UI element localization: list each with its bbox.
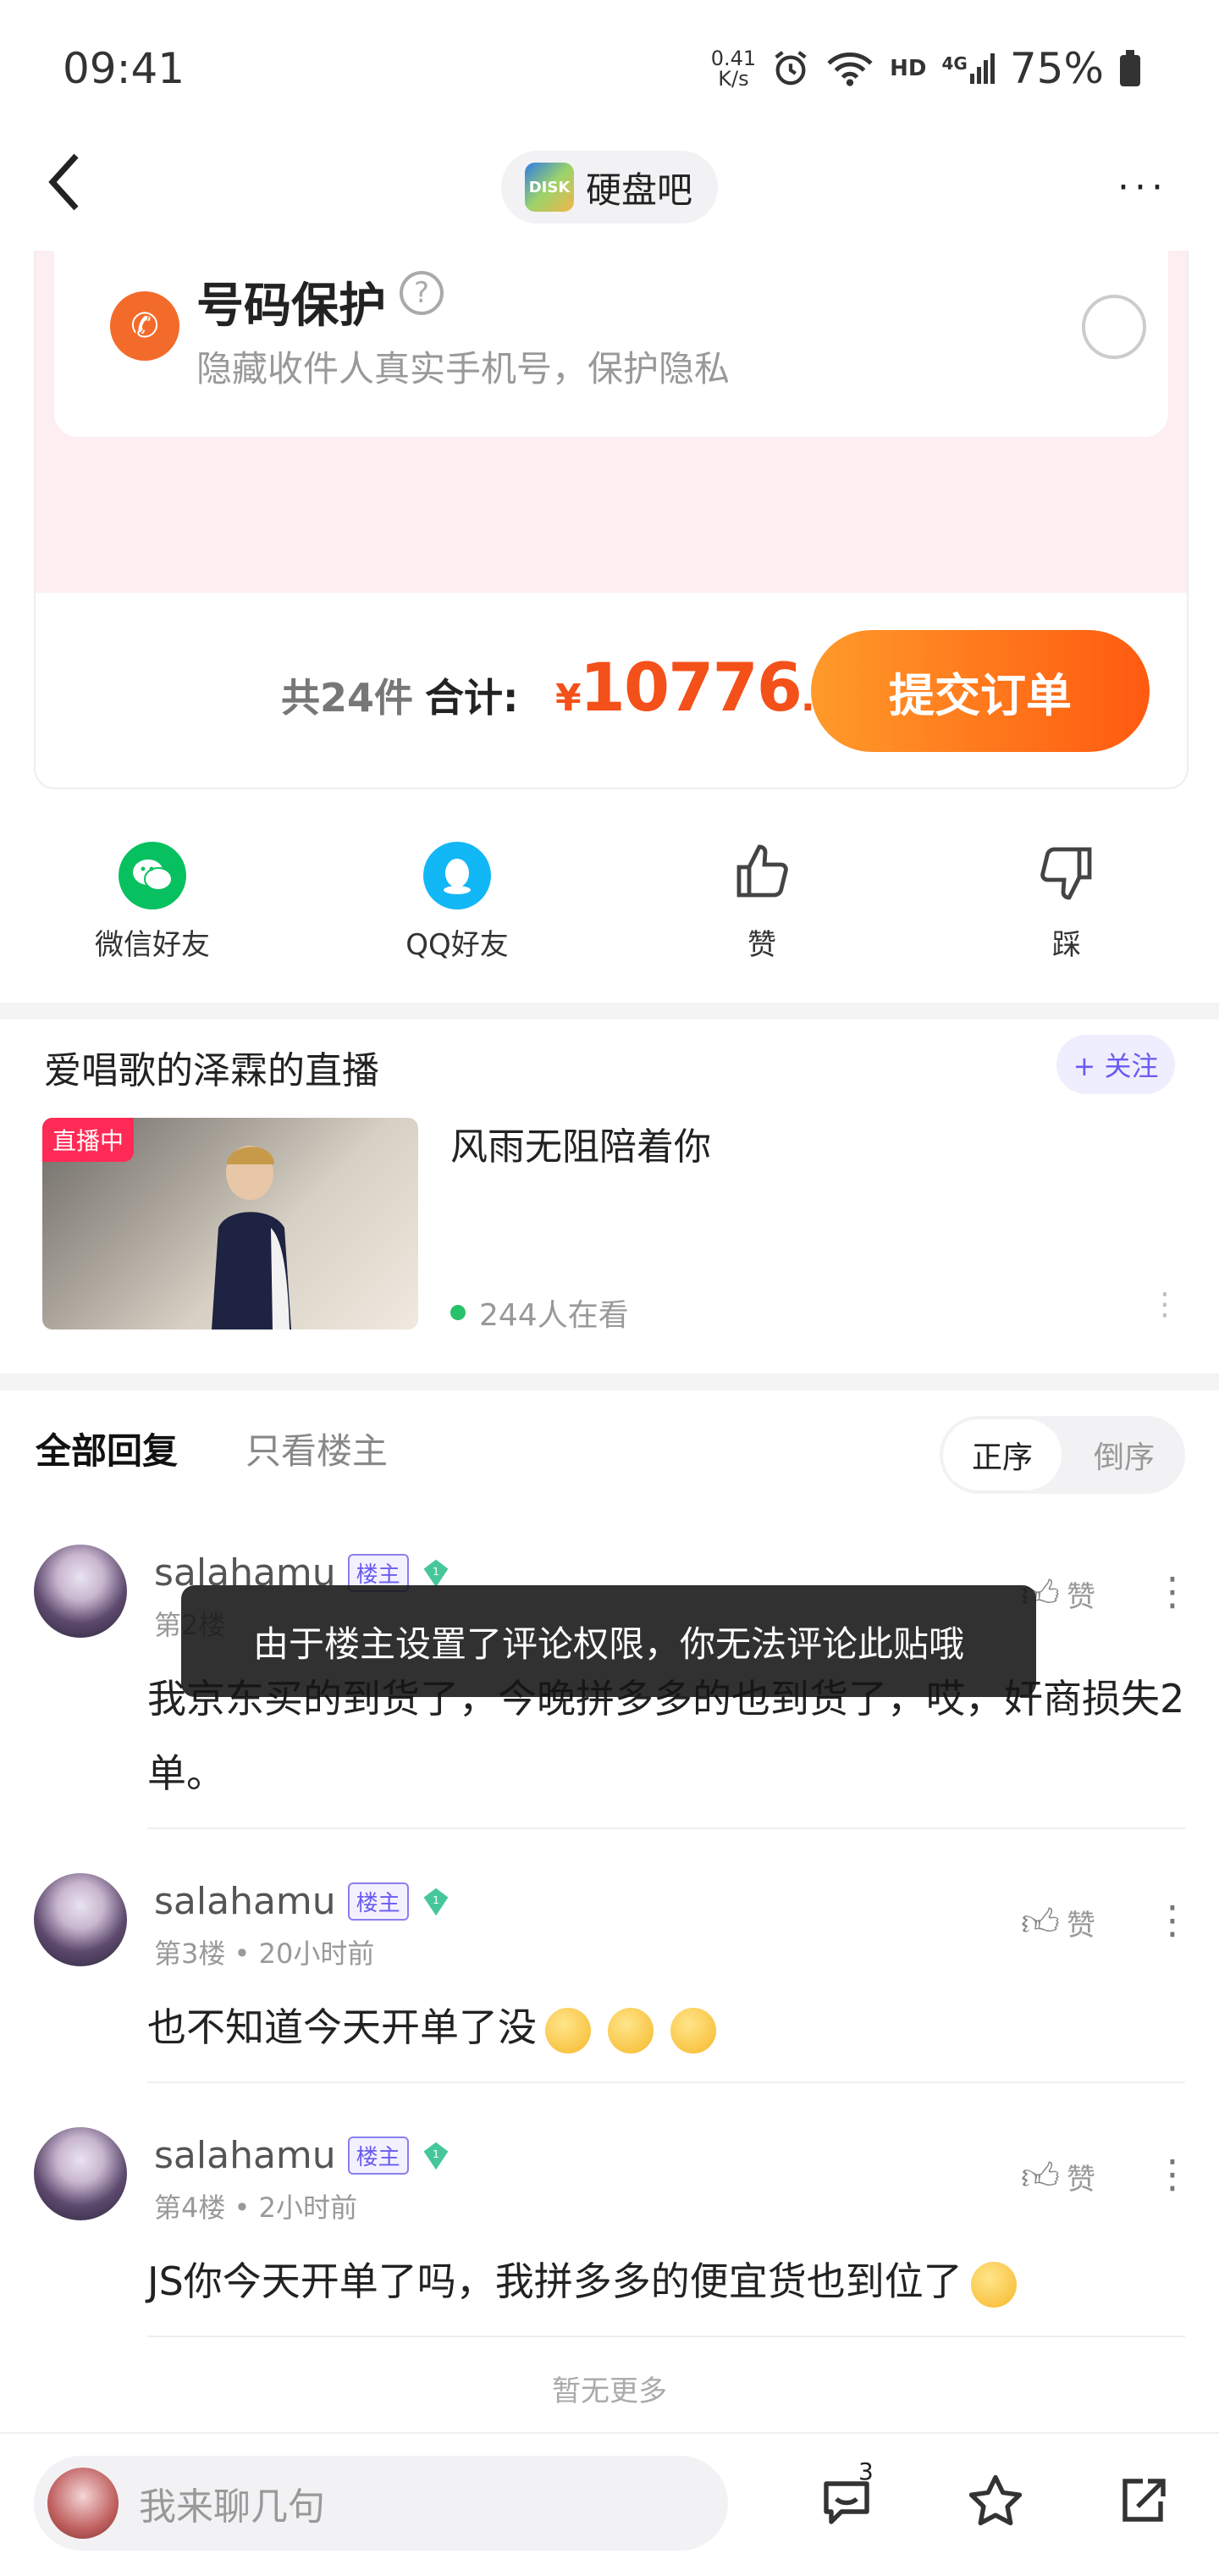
grin-emoji-icon (670, 2007, 716, 2054)
like-post-button[interactable]: 赞 (677, 842, 847, 963)
permission-toast: 由于楼主设置了评论权限，你无法评论此贴哦 (181, 1585, 1036, 1697)
streamer-figure (212, 1146, 291, 1329)
hd-indicator: HD (890, 56, 927, 81)
comment-input[interactable]: 我来聊几句 (34, 2456, 728, 2551)
avatar[interactable] (34, 1873, 127, 1966)
number-protection-card: ✆ 号码保护 ? 隐藏收件人真实手机号，保护隐私 (54, 251, 1168, 437)
forum-logo: DISK (525, 163, 574, 212)
order-count: 共24件 (281, 675, 414, 721)
comment-text: JS你今天开单了吗，我拼多多的便宜货也到位了 (147, 2258, 963, 2304)
comment-separator (147, 1827, 1185, 1829)
comment-separator (147, 2336, 1185, 2337)
protect-title: 号码保护 (196, 279, 386, 334)
section-divider (0, 1374, 1219, 1390)
protect-description: 隐藏收件人真实手机号，保护隐私 (196, 348, 731, 390)
live-badge: 直播中 (42, 1118, 135, 1162)
live-thumbnail[interactable]: 直播中 (42, 1118, 418, 1329)
grin-emoji-icon (608, 2007, 654, 2054)
status-bar: 09:41 0.41 K/s HD 4G 75% (0, 0, 1219, 135)
share-qq-label: QQ好友 (405, 928, 509, 962)
dislike-post-button[interactable]: 踩 (982, 842, 1151, 963)
host-badge: 楼主 (347, 1882, 409, 1921)
tab-host-only[interactable]: 只看楼主 (245, 1423, 388, 1474)
comment-count-badge: 3 (858, 2457, 874, 2485)
help-icon: ? (400, 271, 444, 315)
order-total-label: 合计: (425, 675, 519, 721)
sort-desc-button[interactable]: 倒序 (1067, 1419, 1182, 1490)
battery-percent: 75% (1009, 44, 1104, 93)
tab-all-replies[interactable]: 全部回复 (36, 1423, 178, 1474)
chevron-left-icon (48, 153, 79, 211)
qq-icon (423, 842, 491, 909)
star-icon[interactable] (962, 2471, 1029, 2539)
floor-info: 第4楼 • 2小时前 (154, 2192, 357, 2224)
protect-radio (1082, 295, 1146, 359)
gem-icon: 1 (423, 1888, 449, 1915)
thumbs-down-icon (1033, 842, 1100, 909)
follow-button[interactable]: + 关注 (1056, 1035, 1175, 1094)
share-qq[interactable]: QQ好友 (372, 842, 542, 963)
comment-more-icon[interactable]: ⋮ (1153, 1897, 1192, 1943)
post-image-order[interactable]: ✆ 号码保护 ? 隐藏收件人真实手机号，保护隐私 共24件 合计: ¥10776… (34, 251, 1189, 789)
phone-shield-icon: ✆ (110, 291, 179, 361)
live-streamer-title[interactable]: 爱唱歌的泽霖的直播 (44, 1040, 379, 1094)
thumbs-up-icon: 👍︎ (1021, 2155, 1060, 2198)
thumbs-up-icon: 👍︎ (1021, 1901, 1060, 1944)
gem-icon: 1 (423, 2142, 449, 2170)
net-speed: 0.41 K/s (710, 47, 757, 91)
comment-more-icon[interactable]: ⋮ (1153, 2151, 1192, 2197)
no-more-text: 暂无更多 (552, 2374, 667, 2408)
comment-separator (147, 2081, 1185, 2083)
host-badge: 楼主 (347, 2137, 409, 2175)
comment-header: salahamu 楼主 1 (154, 1880, 451, 1923)
wechat-icon (119, 842, 186, 909)
username[interactable]: salahamu (154, 2134, 336, 2177)
svg-text:1: 1 (433, 1893, 439, 1905)
signal-icon: 4G (942, 53, 995, 84)
sort-asc-button[interactable]: 正序 (943, 1419, 1062, 1490)
avatar[interactable] (34, 1545, 127, 1638)
live-viewers: 244人在看 (450, 1291, 629, 1335)
comment-more-icon[interactable]: ⋮ (1153, 1568, 1192, 1614)
battery-icon (1120, 50, 1140, 86)
live-caption[interactable]: 风雨无阻陪着你 (450, 1116, 711, 1170)
grin-emoji-icon (970, 2261, 1017, 2308)
dislike-post-label: 踩 (1052, 928, 1081, 962)
share-icon[interactable] (1109, 2471, 1177, 2539)
grin-emoji-icon (545, 2007, 591, 2054)
share-wechat[interactable]: 微信好友 (68, 842, 237, 963)
comment-input-placeholder: 我来聊几句 (139, 2485, 325, 2529)
thumbs-up-icon (728, 842, 796, 909)
forum-title: 硬盘吧 (586, 169, 693, 211)
alarm-icon (775, 51, 807, 86)
section-divider (0, 1003, 1219, 1020)
like-button[interactable]: 👍︎ 赞 (1021, 2154, 1095, 2199)
wifi-icon (827, 53, 873, 86)
comment-header: salahamu 楼主 1 (154, 2134, 451, 2177)
status-icons: 0.41 K/s HD 4G 75% (711, 44, 1141, 93)
comment-text-row: 也不知道今天开单了没 (147, 1990, 725, 2065)
live-more-icon[interactable]: ⋮ (1150, 1287, 1180, 1322)
comment-text-row: JS你今天开单了吗，我拼多多的便宜货也到位了 (147, 2244, 1025, 2319)
like-button[interactable]: 👍︎ 赞 (1021, 1900, 1095, 1945)
svg-text:1: 1 (433, 2147, 439, 2159)
forum-title-pill[interactable]: DISK 硬盘吧 (501, 151, 718, 224)
submit-order-button: 提交订单 (811, 630, 1150, 752)
gem-icon: 1 (423, 1559, 449, 1587)
share-wechat-label: 微信好友 (95, 928, 210, 962)
status-time: 09:41 (63, 44, 185, 93)
avatar[interactable] (34, 2127, 127, 2220)
comment-text: 也不知道今天开单了没 (147, 2004, 537, 2050)
username[interactable]: salahamu (154, 1880, 336, 1923)
online-dot (450, 1305, 466, 1320)
like-post-label: 赞 (747, 928, 776, 962)
back-button[interactable] (47, 152, 98, 212)
my-avatar (47, 2468, 119, 2539)
svg-text:1: 1 (433, 1564, 439, 1577)
more-options-icon[interactable]: ··· (1117, 166, 1168, 209)
floor-info: 第3楼 • 20小时前 (154, 1938, 375, 1970)
